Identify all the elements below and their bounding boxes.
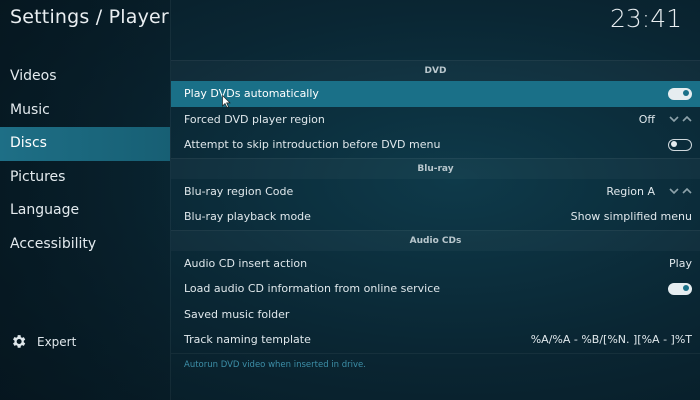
sidebar-item-accessibility[interactable]: Accessibility — [0, 228, 170, 262]
setting-audio-cd-insert-action[interactable]: Audio CD insert action Play — [171, 251, 700, 277]
setting-bluray-region-code[interactable]: Blu-ray region Code Region A — [171, 179, 700, 205]
chevron-up-icon[interactable] — [682, 186, 692, 196]
setting-label: Track naming template — [184, 333, 311, 346]
expert-label: Expert — [37, 334, 77, 349]
setting-label: Blu-ray region Code — [184, 184, 294, 198]
settings-panel: DVD Play DVDs automatically Forced DVD p… — [171, 60, 700, 376]
setting-label: Play DVDs automatically — [184, 87, 319, 100]
setting-value: Show simplified menu — [570, 210, 692, 223]
sidebar-item-language[interactable]: Language — [0, 194, 170, 228]
setting-play-dvds-automatically[interactable]: Play DVDs automatically — [171, 81, 700, 107]
toggle-off-icon[interactable] — [668, 138, 692, 151]
setting-label: Forced DVD player region — [184, 112, 325, 126]
setting-forced-dvd-player-region[interactable]: Forced DVD player region Off — [171, 107, 700, 133]
sidebar-nav: Videos Music Discs Pictures Language Acc… — [0, 60, 170, 261]
sidebar-item-music[interactable]: Music — [0, 94, 170, 128]
chevron-down-icon[interactable] — [669, 186, 679, 196]
gear-icon — [13, 335, 26, 348]
setting-saved-music-folder[interactable]: Saved music folder — [171, 302, 700, 328]
setting-track-naming-template[interactable]: Track naming template %A/%A - %B/[%N. ][… — [171, 327, 700, 353]
setting-label: Attempt to skip introduction before DVD … — [184, 138, 441, 151]
section-header-audio-cds: Audio CDs — [171, 229, 700, 251]
setting-bluray-playback-mode[interactable]: Blu-ray playback mode Show simplified me… — [171, 204, 700, 230]
setting-value: %A/%A - %B/[%N. ][%A - ]%T — [530, 333, 692, 346]
section-header-bluray: Blu-ray — [171, 157, 700, 179]
spinner-control — [669, 186, 692, 196]
chevron-up-icon[interactable] — [682, 114, 692, 124]
sidebar-item-pictures[interactable]: Pictures — [0, 161, 170, 195]
chevron-down-icon[interactable] — [669, 114, 679, 124]
sidebar-item-videos[interactable]: Videos — [0, 60, 170, 94]
clock: 23:41 — [609, 4, 682, 33]
mouse-cursor-icon — [222, 95, 231, 108]
setting-label: Load audio CD information from online se… — [184, 282, 441, 295]
page-title: Settings / Player — [10, 6, 169, 28]
setting-label: Blu-ray playback mode — [184, 210, 311, 223]
setting-value: Play — [669, 256, 692, 270]
setting-value: Off — [638, 112, 655, 126]
toggle-on-icon[interactable] — [668, 87, 692, 100]
toggle-on-icon[interactable] — [668, 282, 692, 295]
section-header-dvd: DVD — [171, 60, 700, 81]
expert-level-button[interactable]: Expert — [10, 333, 76, 350]
setting-label: Saved music folder — [184, 307, 290, 321]
help-text: Autorun DVD video when inserted in drive… — [171, 352, 700, 376]
setting-value: Region A — [606, 184, 655, 198]
spinner-control — [669, 114, 692, 124]
sidebar-item-discs[interactable]: Discs — [0, 127, 170, 161]
setting-load-audio-cd-info[interactable]: Load audio CD information from online se… — [171, 276, 700, 302]
setting-label: Audio CD insert action — [184, 256, 308, 270]
setting-skip-introduction[interactable]: Attempt to skip introduction before DVD … — [171, 132, 700, 158]
